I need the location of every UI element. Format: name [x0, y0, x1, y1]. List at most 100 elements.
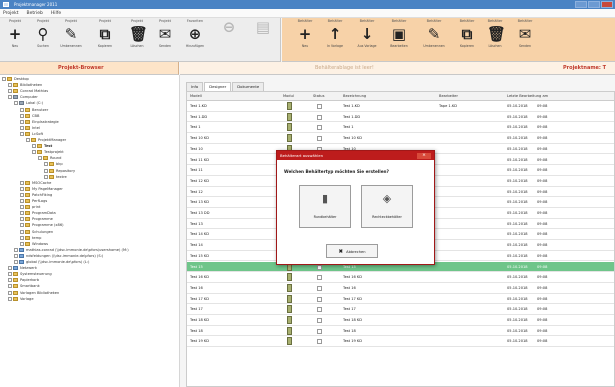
- col-header-status[interactable]: Status: [313, 92, 324, 101]
- status-checkbox[interactable]: [317, 318, 322, 323]
- project-hinzuf-gen-button[interactable]: Favoriten ⊕ Hinzufügen: [182, 18, 208, 60]
- expand-toggle-icon[interactable]: [38, 156, 42, 161]
- maximize-button[interactable]: [588, 1, 600, 8]
- expand-toggle-icon[interactable]: [8, 278, 12, 283]
- expand-toggle-icon[interactable]: [20, 241, 24, 246]
- cancel-button[interactable]: ✖ Abbrechen: [326, 244, 378, 258]
- project-neu-button[interactable]: Projekt + Neu: [2, 18, 28, 60]
- container-l-schen-button[interactable]: Behälter 🗑 Löschen: [482, 18, 508, 60]
- container-neu-button[interactable]: Behälter + Neu: [292, 18, 318, 60]
- expand-toggle-icon[interactable]: [20, 205, 24, 210]
- minimize-button[interactable]: [575, 1, 587, 8]
- expand-toggle-icon[interactable]: [14, 247, 18, 252]
- expand-toggle-icon[interactable]: [20, 217, 24, 222]
- tree-node-label: Netzwerk: [20, 266, 37, 271]
- table-row[interactable]: Test 1 Test 1 05.10.2018 09:08: [187, 122, 614, 134]
- status-checkbox[interactable]: [317, 114, 322, 120]
- expand-toggle-icon[interactable]: [2, 77, 6, 81]
- expand-toggle-icon[interactable]: [8, 83, 12, 88]
- expand-toggle-icon[interactable]: [8, 266, 12, 271]
- expand-toggle-icon[interactable]: [14, 253, 18, 258]
- container-aus-vorlage-button[interactable]: Behälter ↓ Aus Vorlage: [354, 18, 380, 60]
- expand-toggle-icon[interactable]: [14, 260, 18, 264]
- expand-toggle-icon[interactable]: [8, 284, 12, 289]
- status-checkbox[interactable]: [317, 136, 322, 142]
- expand-toggle-icon[interactable]: [32, 144, 36, 149]
- expand-toggle-icon[interactable]: [20, 107, 24, 112]
- col-header-modell[interactable]: Modell: [190, 92, 202, 101]
- menu-hilfe[interactable]: Hilfe: [51, 9, 61, 17]
- table-row[interactable]: Test 18 Test 18 05.10.2018 09:08: [187, 326, 614, 337]
- expand-toggle-icon[interactable]: [20, 229, 24, 234]
- dialog-close-button[interactable]: ×: [417, 152, 431, 159]
- expand-toggle-icon[interactable]: [44, 174, 48, 179]
- table-row[interactable]: Test 17 KD Test 17 KD 05.10.2018 09:08: [187, 294, 614, 305]
- expand-toggle-icon[interactable]: [26, 138, 30, 142]
- expand-toggle-icon[interactable]: [8, 89, 12, 94]
- expand-toggle-icon[interactable]: [44, 168, 48, 173]
- tab-dokumente[interactable]: Dokumente: [232, 82, 265, 91]
- status-checkbox[interactable]: [317, 275, 322, 281]
- expand-toggle-icon[interactable]: [20, 211, 24, 216]
- expand-toggle-icon[interactable]: [20, 186, 24, 191]
- expand-toggle-icon[interactable]: [20, 223, 24, 228]
- menu-betrieb[interactable]: Betrieb: [27, 9, 43, 17]
- table-row[interactable]: Test 16 KD Test 16 KD 05.10.2018 09:08: [187, 272, 614, 283]
- project-tool-7-button[interactable]: ⊖: [216, 18, 242, 60]
- col-header-bearbeiter[interactable]: Bearbeiter: [439, 92, 458, 101]
- expand-toggle-icon[interactable]: [8, 296, 12, 301]
- project-suchen-button[interactable]: Projekt ⚲ Suchen: [30, 18, 56, 60]
- tab-designer[interactable]: Designer: [204, 82, 232, 91]
- tab-info[interactable]: Info: [186, 82, 204, 91]
- close-window-button[interactable]: [601, 1, 613, 8]
- container-senden-button[interactable]: Behälter ✉ Senden: [512, 18, 538, 60]
- expand-toggle-icon[interactable]: [20, 131, 24, 136]
- tree-node[interactable]: Vorlage: [8, 296, 34, 302]
- expand-toggle-icon[interactable]: [20, 235, 24, 240]
- cell-time: 09:08: [537, 211, 548, 215]
- expand-toggle-icon[interactable]: [8, 272, 12, 277]
- table-row[interactable]: Test 1.DD Test 1.DD 05.10.2018 09:08: [187, 112, 614, 123]
- expand-toggle-icon[interactable]: [32, 150, 36, 155]
- rectangular-container-button[interactable]: ◈ Rechteckbehälter: [361, 185, 413, 228]
- table-row[interactable]: Test 10 KD Test 10 KD 05.10.2018 09:08: [187, 133, 614, 144]
- col-header-modul[interactable]: Modul: [283, 92, 294, 101]
- status-checkbox[interactable]: [317, 307, 322, 313]
- expand-toggle-icon[interactable]: [8, 290, 12, 295]
- project-senden-button[interactable]: Projekt ✉ Senden: [152, 18, 178, 60]
- col-header-bezeichnung[interactable]: Bezeichnung: [343, 92, 366, 101]
- project-tool-8-button[interactable]: ▤: [250, 18, 276, 60]
- table-row[interactable]: Test 1.KD Test 1.KD Tape 1.KD 05.10.2018 09:…: [187, 101, 614, 112]
- status-checkbox[interactable]: [317, 285, 322, 291]
- expand-toggle-icon[interactable]: [20, 113, 24, 118]
- status-checkbox[interactable]: [317, 125, 322, 131]
- status-checkbox[interactable]: [317, 339, 322, 345]
- expand-toggle-icon[interactable]: [20, 125, 24, 130]
- container-in-vorlage-button[interactable]: Behälter ↑ In Vorlage: [322, 18, 348, 60]
- table-row[interactable]: Test 18 KD Test 18 KD 05.10.2018 09:08: [187, 315, 614, 326]
- project-l-schen-button[interactable]: Projekt 🗑 Löschen: [124, 18, 150, 60]
- menu-projekt[interactable]: Projekt: [3, 9, 19, 17]
- status-checkbox[interactable]: [317, 264, 322, 270]
- expand-toggle-icon[interactable]: [20, 119, 24, 124]
- expand-toggle-icon[interactable]: [44, 162, 48, 167]
- table-row[interactable]: Test 19 KD Test 19 KD 05.10.2018 09:08: [187, 336, 614, 348]
- status-checkbox[interactable]: [317, 328, 322, 334]
- table-row[interactable]: Test 17 Test 17 05.10.2018 09:08: [187, 304, 614, 315]
- project-tree[interactable]: Desktop Bibliotheken Conrad Mathias Compute…: [0, 75, 180, 387]
- container-kopieren-button[interactable]: Behälter ⧉ Kopieren: [454, 18, 480, 60]
- expand-toggle-icon[interactable]: [8, 95, 12, 100]
- expand-toggle-icon[interactable]: [20, 180, 24, 185]
- status-checkbox[interactable]: [317, 104, 322, 109]
- expand-toggle-icon[interactable]: [14, 101, 18, 106]
- table-row[interactable]: Test 16 Test 16 05.10.2018 09:08: [187, 283, 614, 294]
- expand-toggle-icon[interactable]: [20, 199, 24, 203]
- project-kopieren-button[interactable]: Projekt ⧉ Kopieren: [92, 18, 118, 60]
- container-umbenennen-button[interactable]: Behälter ✎ Umbenennen: [421, 18, 447, 60]
- project-umbenennen-button[interactable]: Projekt ✎ Umbenennen: [58, 18, 84, 60]
- container-bearbeiten-button[interactable]: Behälter ▣ Bearbeiten: [386, 18, 412, 60]
- round-container-button[interactable]: ▮ Rundbehälter: [299, 185, 351, 228]
- status-checkbox[interactable]: [317, 296, 322, 302]
- expand-toggle-icon[interactable]: [20, 192, 24, 197]
- col-header-letzte-bearbeitung[interactable]: Letzte Bearbeitung am: [507, 92, 548, 101]
